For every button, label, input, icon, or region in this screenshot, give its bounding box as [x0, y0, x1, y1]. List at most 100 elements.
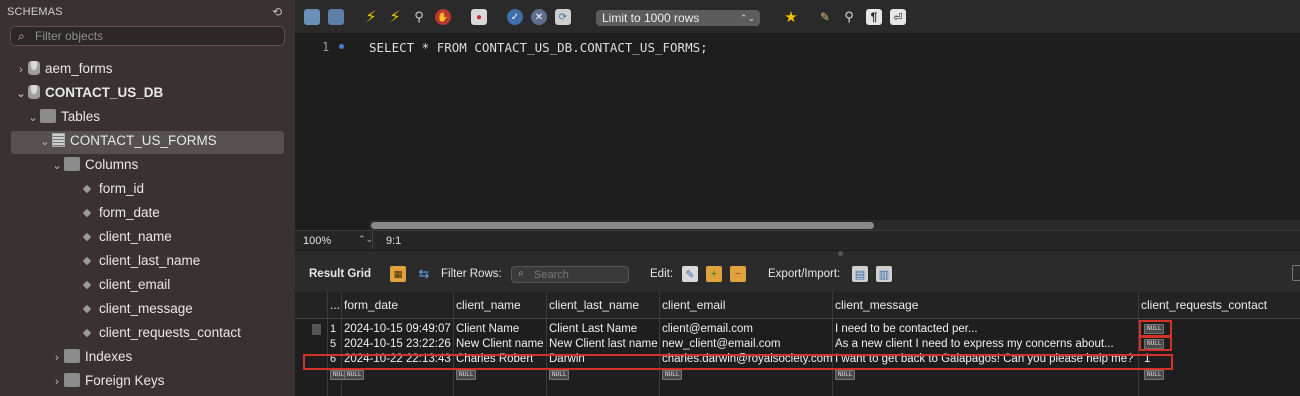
filter-objects-input[interactable]	[35, 28, 275, 44]
cell-client-name[interactable]: New Client name	[456, 338, 544, 350]
filter-objects-box[interactable]: ⌕	[10, 26, 285, 46]
column-label: form_id	[99, 181, 145, 196]
tree-column-item[interactable]: form_id	[82, 178, 145, 200]
cell-client-email[interactable]: new_client@email.com	[662, 338, 780, 350]
folder-icon	[64, 157, 80, 171]
column-header-form-date[interactable]: form_date	[344, 298, 398, 312]
filter-rows-label: Filter Rows:	[441, 268, 502, 280]
format-brush-icon[interactable]: ✎	[817, 9, 833, 25]
tree-item-label: Foreign Keys	[85, 373, 165, 388]
filter-rows-search[interactable]: ⌕	[511, 266, 629, 283]
statement-marker-icon	[339, 44, 344, 49]
cell-null[interactable]: NULL	[662, 369, 683, 381]
cell-null[interactable]: NULL	[344, 369, 365, 381]
export-icon[interactable]: ▤	[852, 266, 868, 282]
save-icon[interactable]	[328, 9, 344, 25]
tree-item-contact-us-db[interactable]: ⌄ CONTACT_US_DB	[14, 82, 163, 104]
filter-rows-input[interactable]	[534, 268, 624, 282]
chevron-right-icon[interactable]: ›	[50, 371, 64, 393]
edit-cell-icon[interactable]: ✎	[682, 266, 698, 282]
refresh-icon[interactable]: ⇆	[416, 266, 432, 282]
beautify-star-icon[interactable]: ★	[783, 9, 799, 26]
column-label: client_email	[99, 277, 171, 292]
import-icon[interactable]: ▥	[876, 266, 892, 282]
line-number: 1	[322, 40, 330, 54]
chevron-right-icon[interactable]: ›	[14, 59, 28, 81]
tree-item-aem-forms[interactable]: › aem_forms	[14, 58, 113, 80]
cell-client-email[interactable]: client@email.com	[662, 323, 753, 335]
stop-icon[interactable]: ✋	[435, 9, 451, 25]
tree-column-item[interactable]: form_date	[82, 202, 160, 224]
grid-view-icon[interactable]: ▦	[390, 266, 406, 282]
schema-settings-icon[interactable]: ⟲	[272, 5, 282, 19]
cell-null[interactable]: NULL	[456, 369, 477, 381]
panel-toggle-icon[interactable]	[1292, 265, 1300, 281]
column-label: client_requests_contact	[99, 325, 241, 340]
column-header-client-name[interactable]: client_name	[456, 298, 521, 312]
execute-current-lightning-icon[interactable]: ⚡	[387, 9, 403, 26]
export-import-label: Export/Import:	[768, 268, 841, 280]
cursor-position: 9:1	[386, 235, 402, 247]
tree-item-tables[interactable]: ⌄ Tables	[26, 106, 100, 128]
cell-null[interactable]: NULL	[1144, 369, 1165, 381]
cell-form-date[interactable]: 2024-10-15 09:49:07	[344, 323, 451, 335]
chevron-down-icon[interactable]: ⌄	[26, 107, 40, 129]
delete-row-icon[interactable]: −	[730, 266, 746, 282]
cell-client-last-name[interactable]: Client Last Name	[549, 323, 637, 335]
column-label: client_last_name	[99, 253, 201, 268]
editor-scroll-thumb[interactable]	[371, 222, 874, 229]
cell-client-name[interactable]: Client Name	[456, 323, 519, 335]
result-grid-tab[interactable]: Result Grid	[309, 268, 371, 280]
chevron-down-icon[interactable]: ⌄	[38, 131, 52, 153]
row-number-header: ...	[330, 298, 341, 312]
cell-client-last-name[interactable]: New Client last name	[549, 338, 658, 350]
tree-item-indexes[interactable]: › Indexes	[50, 346, 132, 368]
execute-lightning-icon[interactable]: ⚡	[363, 9, 379, 26]
rollback-x-icon[interactable]: ✕	[531, 9, 547, 25]
tree-column-item[interactable]: client_last_name	[82, 250, 201, 272]
column-header-client-email[interactable]: client_email	[662, 298, 725, 312]
wrap-lines-icon[interactable]: ⏎	[890, 9, 906, 25]
zoom-stepper-icon[interactable]: ⌃⌄	[358, 234, 373, 245]
chevron-down-icon[interactable]: ⌄	[14, 83, 28, 105]
result-toolbar: Result Grid ▦ ⇆ Filter Rows: ⌕ Edit: ✎ +…	[295, 250, 1300, 292]
sql-query-text[interactable]: SELECT * FROM CONTACT_US_DB.CONTACT_US_F…	[369, 40, 708, 55]
column-icon	[82, 304, 92, 314]
explain-magnifier-icon[interactable]: ⚲	[411, 9, 427, 25]
column-header-client-requests-contact[interactable]: client_requests_contact	[1141, 298, 1267, 312]
tree-item-label: Tables	[61, 109, 101, 124]
autocommit-icon[interactable]: ⟳	[555, 9, 571, 25]
cell-null[interactable]: NULL	[549, 369, 570, 381]
chevron-down-icon[interactable]: ⌄	[50, 155, 64, 177]
chevron-right-icon[interactable]: ›	[50, 347, 64, 369]
cell-client-message[interactable]: I need to be contacted per...	[835, 323, 978, 335]
tree-column-item[interactable]: client_requests_contact	[82, 322, 241, 344]
open-folder-icon[interactable]	[304, 9, 320, 25]
tree-item-label: Indexes	[85, 349, 133, 364]
cell-client-message[interactable]: As a new client I need to express my con…	[835, 338, 1114, 350]
cell-form-date[interactable]: 2024-10-15 23:22:26	[344, 338, 451, 350]
tree-column-item[interactable]: client_message	[82, 298, 193, 320]
commit-check-icon[interactable]: ✓	[507, 9, 523, 25]
new-row-placeholder[interactable]: NULL NULL NULL NULL NULL NULL NULL	[295, 368, 1300, 383]
null-badge: NULL	[1144, 370, 1165, 380]
tree-item-columns[interactable]: ⌄ Columns	[50, 154, 138, 176]
database-icon	[28, 61, 40, 75]
sql-editor[interactable]: 1 SELECT * FROM CONTACT_US_DB.CONTACT_US…	[295, 34, 1300, 230]
table-icon	[52, 133, 65, 147]
cell-null[interactable]: NULL	[835, 369, 856, 381]
tree-item-foreign-keys[interactable]: › Foreign Keys	[50, 370, 165, 392]
splitter-grip[interactable]	[838, 251, 843, 256]
tree-item-contact-us-forms[interactable]: ⌄ CONTACT_US_FORMS	[38, 130, 217, 152]
column-header-client-last-name[interactable]: client_last_name	[549, 298, 639, 312]
find-magnifier-icon[interactable]: ⚲	[841, 9, 857, 25]
toggle-error-icon[interactable]: ●	[471, 9, 487, 25]
add-row-icon[interactable]: +	[706, 266, 722, 282]
row-limit-select[interactable]: Limit to 1000 rows ⌃⌄	[596, 10, 760, 26]
tree-column-item[interactable]: client_email	[82, 274, 171, 296]
zoom-level[interactable]: 100%	[303, 235, 331, 247]
column-icon	[82, 328, 92, 338]
tree-column-item[interactable]: client_name	[82, 226, 172, 248]
invisible-chars-icon[interactable]: ¶	[866, 9, 882, 25]
column-header-client-message[interactable]: client_message	[835, 298, 918, 312]
